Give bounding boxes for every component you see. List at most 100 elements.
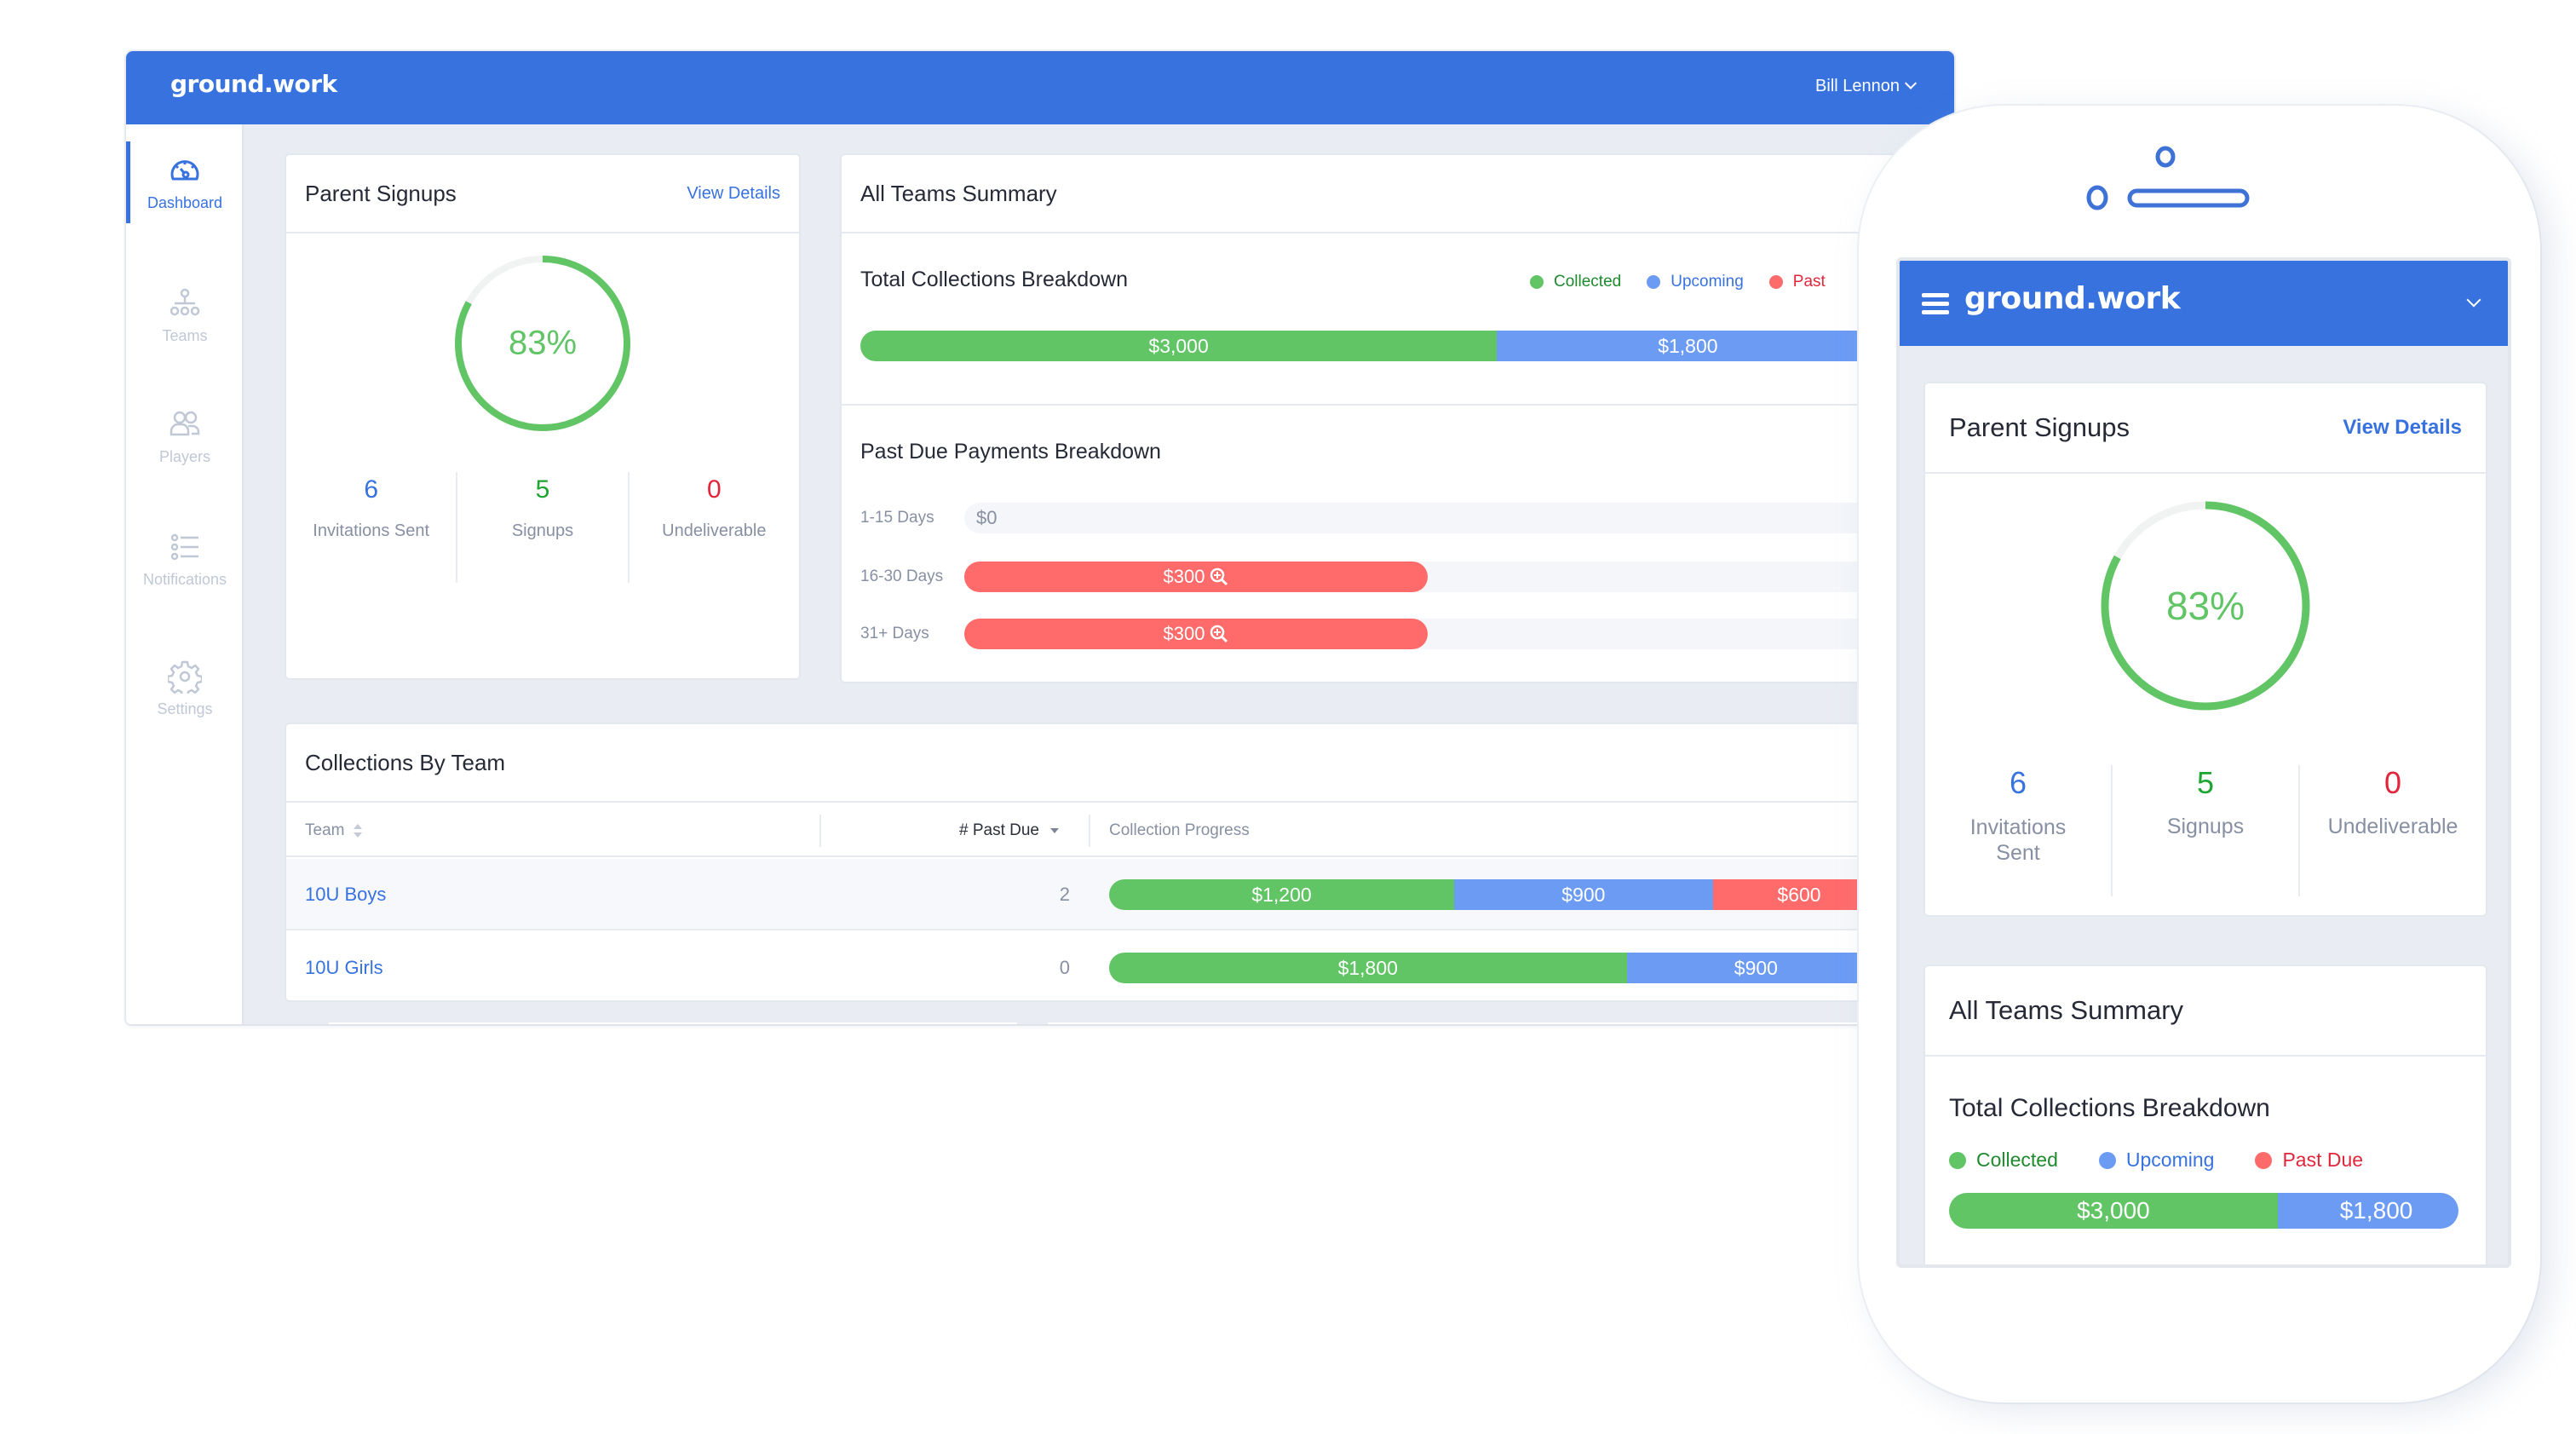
team-collection-progress-bar: $1,800 $900 xyxy=(1109,953,1954,983)
mobile-signup-progress-donut: 83% xyxy=(2097,498,2314,714)
user-menu-button[interactable]: Bill Lennon xyxy=(1815,77,1918,96)
stat-label: Undeliverable xyxy=(662,521,767,540)
stat-undeliverable: 0 Undeliverable xyxy=(630,472,799,583)
sidebar-item-teams[interactable]: Teams xyxy=(126,274,244,356)
column-label: Collection Progress xyxy=(1109,821,1250,839)
bar-segment-upcoming[interactable]: $900 xyxy=(1626,953,1886,983)
parent-signups-card: Parent Signups View Details 83% 6 Invita… xyxy=(285,153,801,680)
legend-upcoming: Upcoming xyxy=(1647,273,1744,291)
card-title: All Teams Summary xyxy=(860,180,1057,206)
stat-value: 0 xyxy=(706,475,722,504)
section-title: Past Due Payments Breakdown xyxy=(860,440,1161,464)
collections-legend: Collected Upcoming Past xyxy=(1530,273,1826,291)
mobile-header: ground.work xyxy=(1900,261,2508,346)
sidebar-item-dashboard[interactable]: Dashboard xyxy=(126,141,244,223)
team-link[interactable]: 10U Girls xyxy=(305,932,383,1000)
stat-value: 6 xyxy=(364,475,378,504)
chevron-down-icon[interactable] xyxy=(2466,292,2481,308)
legend-collected: Collected xyxy=(1530,273,1621,291)
card-header: All Teams Summary xyxy=(1925,966,2486,1057)
mobile-app-logo[interactable]: ground.work xyxy=(1964,281,2181,316)
stat-label: Undeliverable xyxy=(2327,815,2458,838)
bar-segment-upcoming[interactable]: $1,800 xyxy=(2277,1193,2458,1229)
zoom-in-icon xyxy=(1210,567,1228,586)
view-details-link[interactable]: View Details xyxy=(687,184,780,204)
sidebar-item-label: Players xyxy=(158,447,211,465)
signup-percent: 83% xyxy=(508,324,578,362)
table-row: 10U Boys 2 $1,200 $900 $600 xyxy=(286,859,1954,930)
past-due-track: $300 xyxy=(964,619,1954,649)
bar-segment-collected[interactable]: $3,000 xyxy=(860,331,1498,361)
stat-value: 5 xyxy=(535,475,550,504)
card-title: Collections By Team xyxy=(305,749,506,775)
legend-label: Collected xyxy=(1976,1149,2058,1171)
legend-label: Upcoming xyxy=(1670,273,1744,291)
stat-undeliverable: 0 Undeliverable xyxy=(2300,765,2486,896)
past-due-track: $0 xyxy=(964,503,1954,533)
past-due-bar[interactable]: $300 xyxy=(964,562,1428,592)
stat-invitations-sent: 6 Invitations Sent xyxy=(286,472,458,583)
stat-label: Signups xyxy=(511,521,574,540)
section-title: Total Collections Breakdown xyxy=(860,268,1129,291)
legend-past-due: Past xyxy=(1768,273,1826,291)
column-header-collection-progress: Collection Progress xyxy=(1109,804,1250,857)
past-due-track: $300 xyxy=(964,562,1954,592)
players-people-icon xyxy=(170,411,200,435)
collections-by-team-card: Collections By Team Team # Past Due Coll… xyxy=(285,723,1954,1002)
past-due-amount: $300 xyxy=(1163,623,1205,644)
card-header: Parent Signups View Details xyxy=(286,155,799,233)
column-label: # Past Due xyxy=(959,821,1039,839)
mobile-all-teams-summary-card: All Teams Summary Total Collections Brea… xyxy=(1923,965,2487,1264)
mobile-collections-legend: Collected Upcoming Past Due xyxy=(1949,1149,2363,1172)
stat-signups: 5 Signups xyxy=(457,472,630,583)
teams-hierarchy-icon xyxy=(170,288,200,315)
hamburger-menu-icon[interactable] xyxy=(1922,293,1949,315)
team-link[interactable]: 10U Boys xyxy=(305,859,386,930)
column-header-team[interactable]: Team xyxy=(305,804,363,857)
sort-desc-icon xyxy=(1050,828,1059,833)
legend-label: Collected xyxy=(1554,273,1622,291)
all-teams-summary-card: All Teams Summary Total Collections Brea… xyxy=(840,153,1954,683)
bar-segment-upcoming[interactable]: $900 xyxy=(1454,879,1713,910)
card-title: All Teams Summary xyxy=(1949,995,2184,1025)
sidebar-nav: Dashboard Teams Players Notifications Se… xyxy=(126,124,244,1024)
bar-segment-collected[interactable]: $1,800 xyxy=(1109,953,1627,983)
mobile-total-collections-bar: $3,000$1,800$600 xyxy=(1949,1193,2458,1229)
stat-invitations-sent: 6 Invitations Sent xyxy=(1925,765,2113,896)
stat-value: 6 xyxy=(2009,765,2027,800)
sidebar-item-notifications[interactable]: Notifications xyxy=(126,518,244,600)
bar-segment-collected[interactable]: $3,000 xyxy=(1949,1193,2278,1229)
section-title: Total Collections Breakdown xyxy=(1949,1094,2270,1122)
team-collection-progress-bar: $1,200 $900 $600 xyxy=(1109,879,1954,910)
chevron-down-icon xyxy=(1904,77,1918,89)
sidebar-item-players[interactable]: Players xyxy=(126,395,244,477)
card-title: Parent Signups xyxy=(1949,412,2130,442)
notifications-list-icon xyxy=(170,533,198,560)
bar-segment-upcoming[interactable]: $1,800 xyxy=(1497,331,1879,361)
total-collections-bar: $3,000$1,800$600 xyxy=(860,331,1954,361)
sort-icon xyxy=(354,824,363,838)
card-header: All Teams Summary xyxy=(842,155,1954,233)
next-card-peek xyxy=(1048,1022,1954,1024)
stat-label: Signups xyxy=(2166,815,2245,838)
past-due-row-16-30: 16-30 Days $300 xyxy=(860,562,1954,592)
column-header-past-due[interactable]: # Past Due xyxy=(959,804,1060,857)
legend-collected: Collected xyxy=(1949,1149,2058,1172)
dashboard-gauge-icon xyxy=(170,159,199,180)
signup-stats: 6 Invitations Sent 5 Signups 0 Undeliver… xyxy=(286,472,799,583)
zoom-in-icon xyxy=(1210,625,1228,643)
user-name: Bill Lennon xyxy=(1815,77,1900,95)
sidebar-item-label: Notifications xyxy=(142,570,227,588)
sidebar-item-settings[interactable]: Settings xyxy=(126,648,244,729)
total-collections-section: Total Collections Breakdown Collected Up… xyxy=(842,235,1954,406)
view-details-link[interactable]: View Details xyxy=(2343,416,2462,440)
past-due-count: 2 xyxy=(1059,884,1070,905)
card-header: Parent Signups View Details xyxy=(1925,383,2486,474)
bar-segment-collected[interactable]: $1,200 xyxy=(1109,879,1454,910)
mobile-signup-stats: 6 Invitations Sent 5 Signups 0 Undeliver… xyxy=(1925,765,2486,896)
legend-dot xyxy=(1768,275,1783,289)
phone-speaker-camera-icon xyxy=(2086,146,2250,210)
past-due-bar[interactable]: $300 xyxy=(964,619,1428,649)
legend-label: Past xyxy=(1792,273,1826,291)
app-logo[interactable]: ground.work xyxy=(170,70,337,98)
